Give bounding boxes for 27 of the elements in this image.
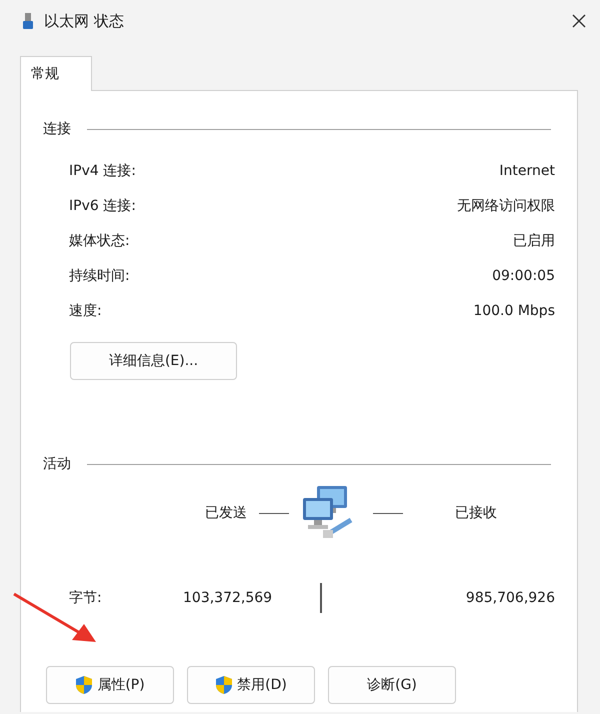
sent-label: 已发送 <box>205 504 247 522</box>
shield-icon <box>215 675 234 695</box>
shield-icon <box>75 675 94 695</box>
field-value: 100.0 Mbps <box>473 302 555 318</box>
dialog-button[interactable]: 禁用(D) <box>187 666 315 704</box>
network-adapter-icon <box>22 12 34 30</box>
field-value: Internet <box>499 162 555 178</box>
window-title: 以太网 状态 <box>44 12 125 30</box>
group-heading: 活动 <box>43 455 71 473</box>
field-label: IPv6 连接: <box>69 196 136 214</box>
tab[interactable]: 常规 <box>20 56 92 91</box>
bytes-sent: 103,372,569 <box>183 590 272 606</box>
details-button[interactable]: 详细信息(E)... <box>70 342 237 380</box>
received-label: 已接收 <box>455 504 497 522</box>
field-value: 无网络访问权限 <box>457 196 555 214</box>
group-heading: 连接 <box>43 120 71 138</box>
dialog-button[interactable]: 诊断(G) <box>328 666 456 704</box>
bytes-received: 985,706,926 <box>464 590 556 606</box>
field-label: IPv4 连接: <box>69 162 136 180</box>
field-label: 速度: <box>69 302 102 320</box>
field-label: 媒体状态: <box>69 232 130 250</box>
dialog-button[interactable]: 属性(P) <box>46 666 174 704</box>
field-value: 已启用 <box>513 232 555 250</box>
field-label: 持续时间: <box>69 266 130 284</box>
close-icon[interactable] <box>572 14 586 28</box>
bytes-label: 字节: <box>69 589 103 607</box>
field-value: 09:00:05 <box>492 268 555 284</box>
